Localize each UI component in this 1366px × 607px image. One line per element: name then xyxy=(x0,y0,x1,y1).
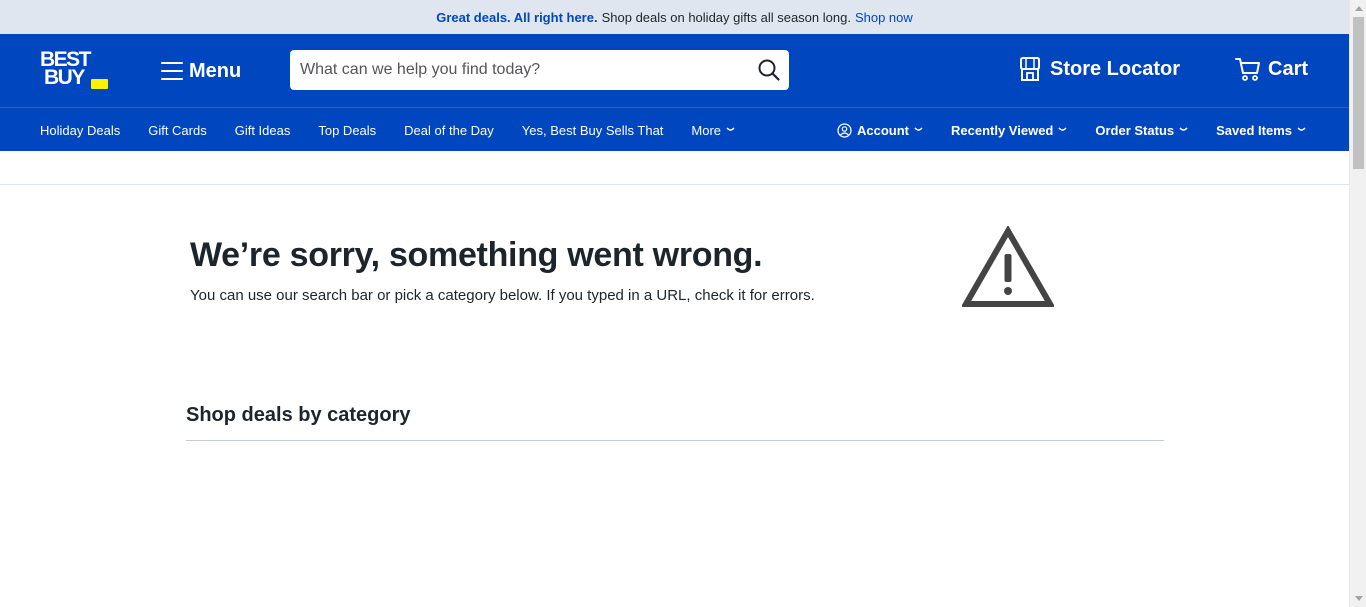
search-input[interactable] xyxy=(290,51,749,89)
nav-order-status-label: Order Status xyxy=(1095,122,1175,138)
cart-icon xyxy=(1235,58,1260,81)
nav-item-account[interactable]: Account xyxy=(837,123,923,138)
nav-item-order-status[interactable]: Order Status xyxy=(1095,123,1188,138)
hamburger-icon xyxy=(161,62,183,80)
promo-shop-now-link[interactable]: Shop now xyxy=(855,10,913,25)
promo-text: Shop deals on holiday gifts all season l… xyxy=(601,9,851,25)
search-button[interactable] xyxy=(749,50,789,90)
logo-line-2: BUY xyxy=(44,66,85,89)
error-subtitle: You can use our search bar or pick a cat… xyxy=(190,287,815,304)
promo-bar: Great deals. All right here. Shop deals … xyxy=(0,0,1349,34)
chevron-down-icon xyxy=(1297,127,1306,131)
menu-button[interactable]: Menu xyxy=(161,58,241,84)
nav-item-saved-items[interactable]: Saved Items xyxy=(1216,123,1306,138)
chevron-down-icon xyxy=(1179,127,1188,131)
scroll-up-arrow-icon[interactable] xyxy=(1350,0,1366,17)
account-icon xyxy=(837,122,852,138)
cart-label: Cart xyxy=(1268,57,1309,80)
menu-label: Menu xyxy=(189,59,242,82)
chevron-down-icon xyxy=(914,127,923,131)
nav-item-top-deals[interactable]: Top Deals xyxy=(318,123,376,138)
scroll-down-arrow-icon[interactable] xyxy=(1350,590,1366,607)
store-icon xyxy=(1020,57,1040,81)
vertical-scrollbar[interactable] xyxy=(1349,0,1366,607)
page: Great deals. All right here. Shop deals … xyxy=(0,0,1349,607)
nav-left: Holiday Deals Gift Cards Gift Ideas Top … xyxy=(40,108,763,152)
scrollbar-thumb[interactable] xyxy=(1353,17,1364,169)
nav-saved-items-label: Saved Items xyxy=(1216,122,1292,138)
cart-link[interactable]: Cart xyxy=(1235,56,1308,82)
search-icon xyxy=(758,59,780,81)
chevron-down-icon xyxy=(726,127,735,131)
nav-item-gift-cards[interactable]: Gift Cards xyxy=(148,123,207,138)
nav-item-gift-ideas[interactable]: Gift Ideas xyxy=(235,123,291,138)
logo-yellow-tag xyxy=(91,79,108,89)
promo-headline: Great deals. All right here. xyxy=(436,9,598,25)
store-locator-link[interactable]: Store Locator xyxy=(1017,56,1180,82)
warning-icon xyxy=(962,226,1054,307)
header: BEST BUY Menu What can we help you find … xyxy=(0,34,1349,107)
nav-recently-viewed-label: Recently Viewed xyxy=(951,122,1054,138)
content-divider xyxy=(0,151,1349,185)
category-divider xyxy=(186,440,1164,441)
nav-item-holiday-deals[interactable]: Holiday Deals xyxy=(40,123,120,138)
store-locator-label: Store Locator xyxy=(1050,57,1181,80)
shop-deals-by-category-heading: Shop deals by category xyxy=(186,404,411,426)
search-bar xyxy=(290,50,789,90)
nav-more-label: More xyxy=(691,122,722,138)
nav-item-yes-best-buy-sells-that[interactable]: Yes, Best Buy Sells That xyxy=(522,123,664,138)
logo-wordmark: BEST BUY xyxy=(40,49,92,89)
nav-item-recently-viewed[interactable]: Recently Viewed xyxy=(951,123,1067,138)
nav-right: Account Recently Viewed Order Status Sav… xyxy=(809,108,1306,152)
error-title: We’re sorry, something went wrong. xyxy=(190,236,763,274)
nav-account-label: Account xyxy=(857,122,909,138)
chevron-down-icon xyxy=(1058,127,1067,131)
main-nav: Holiday Deals Gift Cards Gift Ideas Top … xyxy=(0,107,1349,151)
nav-item-deal-of-the-day[interactable]: Deal of the Day xyxy=(404,123,494,138)
best-buy-logo[interactable]: BEST BUY xyxy=(40,49,108,91)
nav-item-more[interactable]: More xyxy=(691,123,735,138)
